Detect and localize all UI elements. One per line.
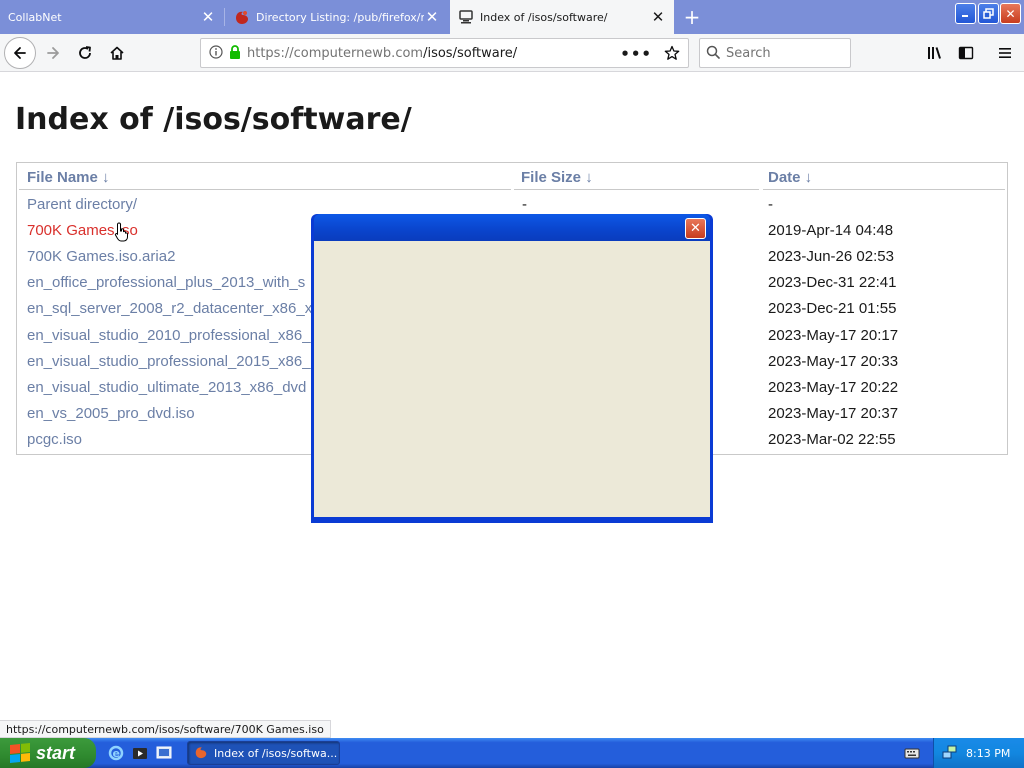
url-path: /isos/software/	[423, 45, 518, 61]
file-date: 2023-Dec-21 01:55	[768, 300, 897, 317]
tab-directory-listing[interactable]: Directory Listing: /pub/firefox/nig ✕	[226, 2, 448, 32]
sidebar-toggle-icon[interactable]	[951, 38, 981, 68]
home-icon[interactable]	[102, 38, 132, 68]
tab-strip: CollabNet ✕ Directory Listing: /pub/fire…	[0, 0, 1024, 34]
file-date: 2023-May-17 20:22	[768, 379, 899, 396]
file-link[interactable]: en_sql_server_2008_r2_datacenter_x86_x	[27, 300, 312, 317]
dialog-body	[314, 241, 710, 517]
page-title: Index of /isos/software/	[15, 102, 412, 137]
file-link[interactable]: en_visual_studio_2010_professional_x86_	[27, 327, 311, 344]
bookmark-star-icon[interactable]	[664, 45, 680, 65]
page-actions-ellipsis-icon[interactable]: •••	[620, 45, 652, 63]
forward-arrow-icon[interactable]	[38, 38, 68, 68]
hand-cursor-icon	[114, 222, 130, 246]
show-desktop-icon[interactable]	[156, 745, 172, 761]
tab-close-icon[interactable]: ✕	[200, 8, 216, 26]
back-arrow-icon[interactable]	[4, 37, 36, 69]
url-bar[interactable]: https://computernewb.com/isos/software/ …	[200, 38, 689, 68]
column-header-date[interactable]: Date ↓	[768, 169, 812, 186]
system-tray: 8:13 PM	[933, 738, 1024, 768]
file-date: 2023-May-17 20:37	[768, 405, 899, 422]
file-link[interactable]: en_vs_2005_pro_dvd.iso	[27, 405, 195, 422]
computer-favicon-icon	[458, 9, 474, 25]
file-date: 2023-Mar-02 22:55	[768, 431, 896, 448]
link-status-bar: https://computernewb.com/isos/software/7…	[0, 720, 331, 738]
new-tab-plus-icon[interactable]: +	[680, 2, 704, 32]
column-header-file-name[interactable]: File Name ↓	[27, 169, 110, 186]
file-link[interactable]: en_visual_studio_professional_2015_x86_	[27, 353, 311, 370]
lock-icon[interactable]	[229, 44, 241, 63]
header-rule	[514, 189, 759, 190]
taskbar-button-label: Index of /isos/softwa...	[214, 746, 338, 760]
file-date: 2019-Apr-14 04:48	[768, 222, 894, 239]
start-label: start	[36, 742, 76, 763]
dialog-close-icon[interactable]: ✕	[685, 218, 706, 239]
windows-flag-icon	[10, 742, 30, 764]
hamburger-menu-icon[interactable]	[990, 38, 1020, 68]
keyboard-icon[interactable]	[904, 745, 920, 761]
info-icon[interactable]	[209, 44, 223, 63]
reload-icon[interactable]	[70, 38, 100, 68]
taskbar: start e Index of /isos/softwa... 8:13 PM	[0, 738, 1024, 768]
tab-index-of-software[interactable]: Index of /isos/software/ ✕	[450, 0, 674, 34]
firefox-taskbar-icon	[194, 745, 208, 762]
header-rule	[19, 189, 511, 190]
network-icon[interactable]	[942, 744, 958, 763]
clock[interactable]: 8:13 PM	[966, 747, 1010, 760]
file-link[interactable]: Parent directory/	[27, 196, 137, 213]
tab-collabnet[interactable]: CollabNet ✕	[0, 2, 224, 32]
dialog-titlebar[interactable]: ✕	[314, 214, 710, 241]
svg-text:e: e	[113, 747, 120, 760]
tab-separator	[224, 8, 225, 26]
start-button[interactable]: start	[0, 738, 96, 768]
file-link[interactable]: 700K Games.iso.aria2	[27, 248, 175, 265]
close-window-icon[interactable]: ✕	[1000, 3, 1021, 24]
file-link[interactable]: pcgc.iso	[27, 431, 82, 448]
url-text[interactable]: https://computernewb.com/isos/software/	[247, 46, 517, 61]
media-player-icon[interactable]	[132, 745, 148, 761]
internet-explorer-icon[interactable]: e	[108, 745, 124, 761]
firefox-favicon-icon	[234, 9, 250, 25]
url-host: https://computernewb.com	[247, 45, 424, 61]
file-link[interactable]: en_visual_studio_ultimate_2013_x86_dvd	[27, 379, 306, 396]
file-date: 2023-May-17 20:33	[768, 353, 899, 370]
tab-title: CollabNet	[8, 10, 62, 24]
library-icon[interactable]	[920, 38, 950, 68]
file-date: 2023-May-17 20:17	[768, 327, 899, 344]
tab-title: Directory Listing: /pub/firefox/nig	[256, 10, 424, 24]
file-date: -	[768, 196, 773, 213]
file-date: 2023-Jun-26 02:53	[768, 248, 894, 265]
column-header-file-size[interactable]: File Size ↓	[521, 169, 593, 186]
restore-window-icon[interactable]	[978, 3, 999, 24]
file-link[interactable]: en_office_professional_plus_2013_with_s	[27, 274, 305, 291]
file-size: -	[522, 196, 527, 213]
navigation-toolbar: https://computernewb.com/isos/software/ …	[0, 34, 1024, 72]
tab-title: Index of /isos/software/	[480, 10, 608, 24]
popup-dialog[interactable]: ✕	[311, 214, 713, 523]
tab-close-icon[interactable]: ✕	[650, 8, 666, 26]
tab-close-icon[interactable]: ✕	[424, 8, 440, 26]
search-icon	[706, 44, 720, 63]
search-box[interactable]	[699, 38, 851, 68]
header-rule	[763, 189, 1005, 190]
taskbar-firefox-window-button[interactable]: Index of /isos/softwa...	[187, 741, 340, 765]
file-date: 2023-Dec-31 22:41	[768, 274, 897, 291]
search-input[interactable]	[726, 45, 836, 61]
minimize-window-icon[interactable]	[955, 3, 976, 24]
